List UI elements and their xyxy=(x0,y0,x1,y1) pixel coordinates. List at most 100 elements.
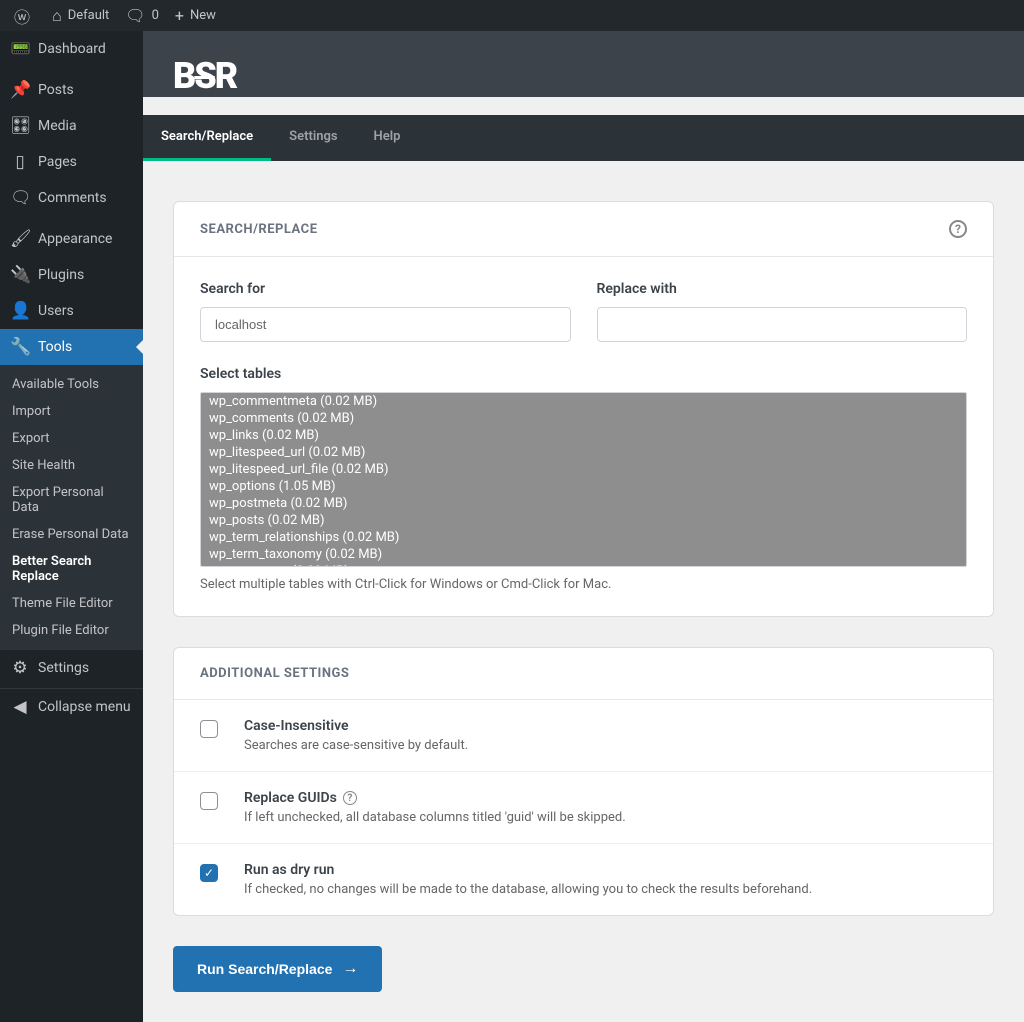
table-option[interactable]: wp_commentmeta (0.02 MB) xyxy=(201,393,966,410)
wp-logo[interactable]: ⓦ xyxy=(6,0,44,31)
tables-help-text: Select multiple tables with Ctrl-Click f… xyxy=(200,577,967,592)
submenu-export-personal-data[interactable]: Export Personal Data xyxy=(0,479,143,521)
plugin-icon: 🔌 xyxy=(10,265,30,285)
sidebar-item-appearance[interactable]: 🖌 Appearance xyxy=(0,221,143,257)
bsr-tabs: Search/Replace Settings Help xyxy=(143,115,1024,161)
setting-desc: Searches are case-sensitive by default. xyxy=(244,738,468,753)
setting-desc: If left unchecked, all database columns … xyxy=(244,810,626,825)
collapse-label: Collapse menu xyxy=(38,699,131,715)
comments-link[interactable]: 🗨0 xyxy=(117,0,167,31)
media-icon: 🎛 xyxy=(10,116,30,136)
checkbox-replace-guids[interactable] xyxy=(200,792,218,810)
setting-desc: If checked, no changes will be made to t… xyxy=(244,882,812,897)
submenu-theme-file-editor[interactable]: Theme File Editor xyxy=(0,590,143,617)
sidebar-item-label: Settings xyxy=(38,660,89,676)
submenu-export[interactable]: Export xyxy=(0,425,143,452)
setting-title: Replace GUIDs xyxy=(244,790,337,806)
sidebar-item-pages[interactable]: ▯Pages xyxy=(0,144,143,180)
sidebar-item-label: Posts xyxy=(38,82,74,98)
wrench-icon: 🔧 xyxy=(10,337,30,357)
table-option[interactable]: wp_termmeta (0.02 MB) xyxy=(201,563,966,567)
setting-title: Case-Insensitive xyxy=(244,718,349,734)
sidebar-item-posts[interactable]: 📌 Posts xyxy=(0,72,143,108)
new-label: New xyxy=(190,8,216,23)
table-option[interactable]: wp_posts (0.02 MB) xyxy=(201,512,966,529)
sidebar-item-plugins[interactable]: 🔌 Plugins xyxy=(0,257,143,293)
help-icon[interactable]: ? xyxy=(949,220,967,238)
sidebar-item-media[interactable]: 🎛 Media xyxy=(0,108,143,144)
table-option[interactable]: wp_comments (0.02 MB) xyxy=(201,410,966,427)
home-icon: ⌂ xyxy=(52,6,62,26)
search-for-label: Search for xyxy=(200,281,571,297)
sidebar-item-label: Users xyxy=(38,303,74,319)
help-icon[interactable]: ? xyxy=(343,791,357,805)
submenu-erase-personal-data[interactable]: Erase Personal Data xyxy=(0,521,143,548)
table-option[interactable]: wp_postmeta (0.02 MB) xyxy=(201,495,966,512)
table-option[interactable]: wp_term_relationships (0.02 MB) xyxy=(201,529,966,546)
panel-title: SEARCH/REPLACE xyxy=(200,222,318,237)
submenu-site-health[interactable]: Site Health xyxy=(0,452,143,479)
run-search-replace-button[interactable]: Run Search/Replace → xyxy=(173,946,382,992)
bsr-header: BSR xyxy=(143,31,1024,97)
table-option[interactable]: wp_links (0.02 MB) xyxy=(201,427,966,444)
additional-settings-panel: ADDITIONAL SETTINGS Case-Insensitive Sea… xyxy=(173,647,994,916)
new-content[interactable]: + New xyxy=(167,0,224,31)
arrow-right-icon: → xyxy=(342,960,358,978)
page-icon: ▯ xyxy=(10,152,30,172)
collapse-menu[interactable]: ◀ Collapse menu xyxy=(0,688,143,725)
replace-with-label: Replace with xyxy=(597,281,968,297)
tab-settings[interactable]: Settings xyxy=(271,115,355,161)
setting-title: Run as dry run xyxy=(244,862,334,878)
tools-submenu: Available Tools Import Export Site Healt… xyxy=(0,365,143,650)
run-btn-label: Run Search/Replace xyxy=(197,961,332,977)
search-for-input[interactable] xyxy=(200,307,571,342)
table-option[interactable]: wp_litespeed_url (0.02 MB) xyxy=(201,444,966,461)
sidebar-item-label: Comments xyxy=(38,190,107,206)
sidebar-item-label: Dashboard xyxy=(38,41,106,57)
table-option[interactable]: wp_term_taxonomy (0.02 MB) xyxy=(201,546,966,563)
main-content: BSR Search/Replace Settings Help SEARCH/… xyxy=(143,31,1024,1022)
replace-with-input[interactable] xyxy=(597,307,968,342)
admin-bar: ⓦ ⌂Default 🗨0 +New xyxy=(0,0,1024,31)
table-option[interactable]: wp_litespeed_url_file (0.02 MB) xyxy=(201,461,966,478)
bsr-logo: BSR xyxy=(173,55,994,97)
submenu-import[interactable]: Import xyxy=(0,398,143,425)
sidebar-item-label: Media xyxy=(38,118,77,134)
plus-icon: + xyxy=(175,6,184,25)
brush-icon: 🖌 xyxy=(10,229,30,249)
search-replace-panel: SEARCH/REPLACE ? Search for Replace with xyxy=(173,201,994,617)
sidebar-item-comments[interactable]: 🗨Comments xyxy=(0,180,143,216)
collapse-icon: ◀ xyxy=(10,697,30,717)
sidebar-item-tools[interactable]: 🔧 Tools xyxy=(0,329,143,365)
pin-icon: 📌 xyxy=(10,80,30,100)
submenu-better-search-replace[interactable]: Better Search Replace xyxy=(0,548,143,590)
site-name-label: Default xyxy=(68,8,110,23)
tables-select[interactable]: wp_commentmeta (0.02 MB)wp_comments (0.0… xyxy=(200,392,967,567)
table-option[interactable]: wp_options (1.05 MB) xyxy=(201,478,966,495)
sidebar-item-label: Tools xyxy=(38,339,72,355)
select-tables-label: Select tables xyxy=(200,366,967,382)
setting-dry-run: ✓ Run as dry run If checked, no changes … xyxy=(174,843,993,915)
dashboard-icon: 📟 xyxy=(10,39,30,59)
sidebar-item-dashboard[interactable]: 📟 Dashboard xyxy=(0,31,143,67)
checkbox-case-insensitive[interactable] xyxy=(200,720,218,738)
tab-help[interactable]: Help xyxy=(356,115,419,161)
sidebar-item-label: Appearance xyxy=(38,231,112,247)
setting-replace-guids: Replace GUIDs ? If left unchecked, all d… xyxy=(174,771,993,843)
submenu-available-tools[interactable]: Available Tools xyxy=(0,371,143,398)
wordpress-icon: ⓦ xyxy=(14,4,30,28)
setting-case-insensitive: Case-Insensitive Searches are case-sensi… xyxy=(174,700,993,771)
comments-count: 0 xyxy=(152,8,159,23)
sliders-icon: ⚙ xyxy=(10,658,30,678)
tab-search-replace[interactable]: Search/Replace xyxy=(143,115,271,161)
site-link[interactable]: ⌂ Default xyxy=(44,0,117,31)
sidebar-item-users[interactable]: 👤 Users xyxy=(0,293,143,329)
checkbox-dry-run[interactable]: ✓ xyxy=(200,864,218,882)
submenu-plugin-file-editor[interactable]: Plugin File Editor xyxy=(0,617,143,644)
panel-title: ADDITIONAL SETTINGS xyxy=(200,666,349,681)
admin-sidebar: 📟 Dashboard 📌 Posts 🎛 Media ▯Pages 🗨Comment… xyxy=(0,31,143,1022)
sidebar-item-settings[interactable]: ⚙ Settings xyxy=(0,650,143,686)
user-icon: 👤 xyxy=(10,301,30,321)
comment-icon: 🗨 xyxy=(125,6,145,25)
sidebar-item-label: Plugins xyxy=(38,267,84,283)
